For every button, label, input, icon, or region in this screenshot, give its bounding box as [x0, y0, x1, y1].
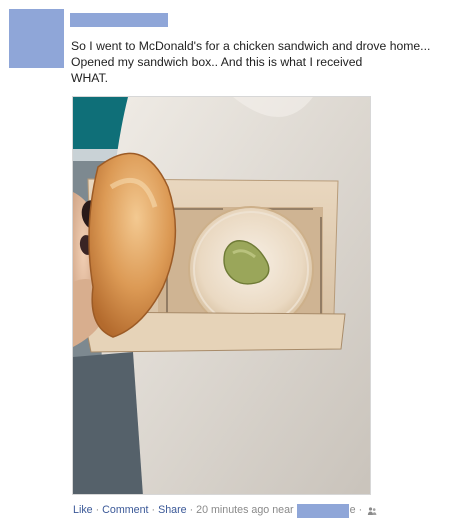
post-photo[interactable] [72, 96, 371, 495]
separator: · [95, 504, 100, 516]
comment-link[interactable]: Comment [102, 503, 148, 518]
post-footer: Like · Comment · Share · 20 minutes ago … [73, 503, 377, 518]
avatar-redacted[interactable] [9, 9, 64, 68]
location-tail: e [349, 504, 356, 516]
timestamp-text[interactable]: 20 minutes ago near [196, 503, 293, 518]
separator: · [358, 504, 363, 516]
like-link[interactable]: Like [73, 503, 93, 518]
share-link[interactable]: Share [158, 503, 187, 518]
location-redacted[interactable] [296, 503, 349, 518]
friends-icon[interactable] [367, 506, 377, 516]
author-name-redacted[interactable] [70, 13, 168, 27]
friends-icon-svg [367, 506, 377, 515]
post-text: So I went to McDonald's for a chicken sa… [71, 39, 431, 85]
separator: · [151, 504, 156, 516]
sandwich-photo-illustration [73, 97, 370, 494]
separator: · [189, 504, 194, 516]
